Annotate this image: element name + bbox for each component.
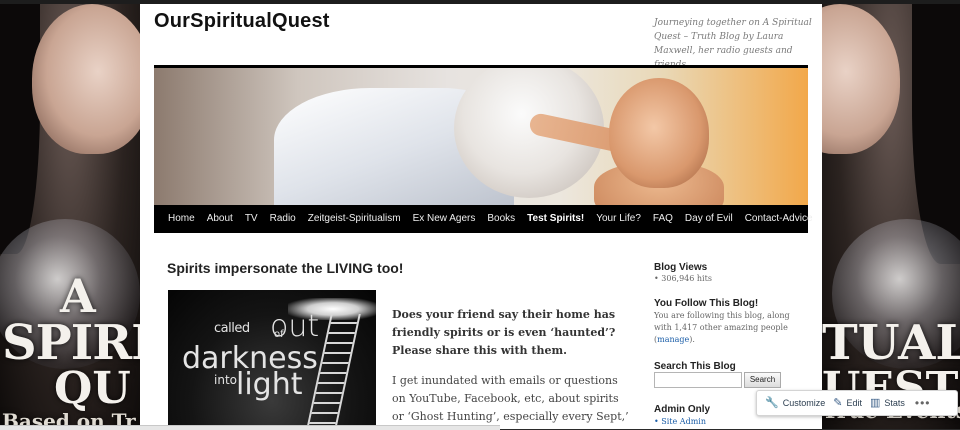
horizontal-scrollbar[interactable]	[0, 425, 500, 430]
blog-views-title: Blog Views	[654, 262, 708, 273]
nav-item-day-of-evil[interactable]: Day of Evil	[679, 205, 739, 233]
site-admin-label[interactable]: Site Admin	[661, 417, 706, 426]
bg-art-text: TUAL	[822, 315, 960, 371]
blog-page: OurSpiritualQuest Journeying together on…	[140, 4, 822, 429]
image-caption-text: called	[214, 321, 250, 336]
nav-item-about[interactable]: About	[201, 205, 239, 233]
bg-art-text: QU	[54, 363, 131, 414]
site-admin-link[interactable]: • Site Admin	[654, 417, 706, 426]
nav-item-test-spirits[interactable]: Test Spirits!	[521, 205, 590, 233]
image-caption-text: of	[274, 329, 284, 340]
post-lead-paragraph: Does your friend say their home has frie…	[392, 308, 616, 357]
customize-button[interactable]: 🔧 Customize	[765, 396, 826, 409]
admin-only-title: Admin Only	[654, 404, 711, 415]
right-background-art: TUAL UEST True Events	[822, 4, 960, 429]
main-navigation: Home About TV Radio Zeitgeist-Spirituali…	[154, 205, 813, 233]
nav-item-faq[interactable]: FAQ	[647, 205, 679, 233]
image-caption-text: into	[214, 373, 237, 387]
follow-blog-text: You are following this blog, along with …	[654, 310, 804, 346]
follow-text-part: ).	[689, 335, 695, 344]
image-caption-text: light	[236, 367, 303, 402]
nav-item-contact-advice[interactable]: Contact-Advice	[739, 205, 819, 233]
bg-art-text: SPIRIT	[2, 315, 140, 371]
post-featured-image[interactable]: called out of darkness into light	[168, 290, 376, 429]
customize-label: Customize	[782, 398, 826, 408]
stats-label: Stats	[884, 398, 905, 408]
site-title[interactable]: OurSpiritualQuest	[154, 10, 330, 33]
woman-face-art	[32, 4, 140, 154]
wrench-icon: 🔧	[765, 396, 779, 409]
nav-item-home[interactable]: Home	[154, 205, 201, 233]
search-input[interactable]	[654, 372, 742, 388]
edit-label: Edit	[846, 398, 862, 408]
hits-value: 306,946 hits	[661, 274, 712, 283]
edit-button[interactable]: ✎ Edit	[833, 396, 862, 409]
baby-head-art	[609, 78, 709, 188]
nav-item-books[interactable]: Books	[481, 205, 521, 233]
manage-link[interactable]: manage	[657, 335, 689, 344]
post-title[interactable]: Spirits impersonate the LIVING too!	[167, 260, 403, 276]
bar-chart-icon: ▥	[869, 396, 881, 409]
ellipsis-icon[interactable]: •••	[915, 396, 931, 410]
woman-face-art	[822, 4, 900, 154]
search-button[interactable]: Search	[744, 372, 781, 388]
stats-button[interactable]: ▥ Stats	[869, 396, 905, 409]
nav-item-zeitgeist-spiritualism[interactable]: Zeitgeist-Spiritualism	[302, 205, 407, 233]
left-background-art: A SPIRIT QU Based on Tr	[0, 4, 140, 429]
hits-count: • 306,946 hits	[654, 274, 712, 283]
bg-art-text: A	[60, 269, 96, 323]
nav-item-ex-new-agers[interactable]: Ex New Agers	[407, 205, 482, 233]
nav-item-tv[interactable]: TV	[239, 205, 264, 233]
site-description: Journeying together on A Spiritual Quest…	[654, 18, 812, 70]
nav-item-radio[interactable]: Radio	[264, 205, 302, 233]
nav-item-your-life[interactable]: Your Life?	[590, 205, 647, 233]
header-banner-image[interactable]	[154, 68, 808, 205]
pencil-icon: ✎	[833, 396, 843, 409]
hair-shape	[0, 4, 40, 254]
admin-action-bar: 🔧 Customize ✎ Edit ▥ Stats •••	[756, 390, 958, 416]
post-body-paragraph: I get inundated with emails or questions…	[392, 374, 629, 429]
follow-blog-title: You Follow This Blog!	[654, 298, 759, 309]
search-blog-title: Search This Blog	[654, 361, 736, 372]
